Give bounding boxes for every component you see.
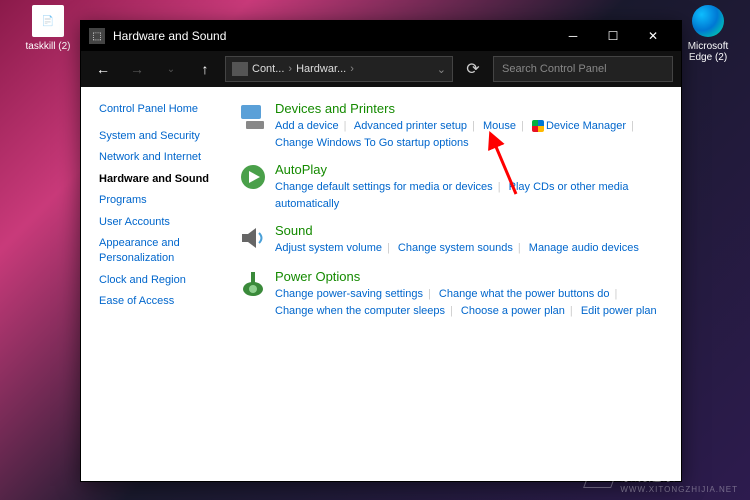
search-placeholder: Search Control Panel: [502, 63, 607, 75]
power-icon: [235, 269, 271, 305]
category-title[interactable]: Power Options: [275, 269, 671, 284]
link-autoplay-defaults[interactable]: Change default settings for media or dev…: [275, 181, 493, 193]
category-title[interactable]: AutoPlay: [275, 162, 671, 177]
forward-button[interactable]: →: [123, 55, 151, 83]
link-system-sounds[interactable]: Change system sounds: [398, 242, 513, 254]
category-sound: Sound Adjust system volume| Change syste…: [235, 223, 671, 259]
devices-printers-icon: [235, 101, 271, 137]
sidebar: Control Panel Home System and Security N…: [81, 87, 231, 481]
category-autoplay: AutoPlay Change default settings for med…: [235, 162, 671, 213]
link-power-saving[interactable]: Change power-saving settings: [275, 288, 423, 300]
category-power-options: Power Options Change power-saving settin…: [235, 269, 671, 320]
link-mouse[interactable]: Mouse: [483, 120, 516, 132]
chevron-down-icon[interactable]: ⌄: [437, 63, 446, 76]
link-device-manager[interactable]: Device Manager: [546, 120, 626, 132]
watermark-text: 系统之家: [620, 466, 738, 485]
desktop-icon-edge[interactable]: Microsoft Edge (2): [678, 5, 738, 63]
link-edit-plan[interactable]: Edit power plan: [581, 305, 657, 317]
window-title: Hardware and Sound: [113, 29, 553, 43]
watermark-logo-icon: [583, 472, 617, 488]
sidebar-item-system-security[interactable]: System and Security: [99, 129, 231, 144]
sidebar-item-clock-region[interactable]: Clock and Region: [99, 273, 231, 288]
file-icon: 📄: [32, 5, 64, 37]
watermark: 系统之家 WWW.XITONGZHIJIA.NET: [586, 466, 738, 494]
watermark-url: WWW.XITONGZHIJIA.NET: [620, 485, 738, 494]
category-title[interactable]: Sound: [275, 223, 671, 238]
main-panel: Devices and Printers Add a device| Advan…: [231, 87, 681, 481]
link-sleep[interactable]: Change when the computer sleeps: [275, 305, 445, 317]
sidebar-item-user-accounts[interactable]: User Accounts: [99, 215, 231, 230]
link-choose-plan[interactable]: Choose a power plan: [461, 305, 565, 317]
desktop-icon-taskkill[interactable]: 📄 taskkill (2): [18, 5, 78, 52]
sidebar-item-hardware-sound[interactable]: Hardware and Sound: [99, 172, 231, 187]
search-input[interactable]: Search Control Panel: [493, 56, 673, 82]
desktop-icon-label: taskkill (2): [18, 41, 78, 52]
sidebar-item-ease-access[interactable]: Ease of Access: [99, 294, 231, 309]
sidebar-item-programs[interactable]: Programs: [99, 193, 231, 208]
chevron-right-icon: ›: [350, 63, 354, 75]
sidebar-item-appearance[interactable]: Appearance and Personalization: [99, 236, 231, 267]
control-panel-window: ⬚ Hardware and Sound ─ ☐ ✕ ← → ⌄ ↑ Cont.…: [80, 20, 682, 482]
up-button[interactable]: ↑: [191, 55, 219, 83]
link-audio-devices[interactable]: Manage audio devices: [529, 242, 639, 254]
breadcrumb-current[interactable]: Hardwar...: [296, 63, 346, 75]
titlebar: ⬚ Hardware and Sound ─ ☐ ✕: [81, 21, 681, 51]
autoplay-icon: [235, 162, 271, 198]
desktop-icon-label: Microsoft Edge (2): [678, 41, 738, 63]
category-title[interactable]: Devices and Printers: [275, 101, 671, 116]
link-add-device[interactable]: Add a device: [275, 120, 339, 132]
navbar: ← → ⌄ ↑ Cont... › Hardwar... › ⌄ ⟳ Searc…: [81, 51, 681, 87]
control-panel-icon: [232, 62, 248, 76]
link-advanced-printer[interactable]: Advanced printer setup: [354, 120, 467, 132]
link-power-buttons[interactable]: Change what the power buttons do: [439, 288, 610, 300]
sound-icon: [235, 223, 271, 259]
app-icon: ⬚: [89, 28, 105, 44]
chevron-right-icon: ›: [288, 63, 292, 75]
category-devices-printers: Devices and Printers Add a device| Advan…: [235, 101, 671, 152]
recent-button[interactable]: ⌄: [157, 55, 185, 83]
maximize-button[interactable]: ☐: [593, 21, 633, 51]
control-panel-home-link[interactable]: Control Panel Home: [99, 103, 231, 115]
refresh-button[interactable]: ⟳: [459, 59, 487, 79]
sidebar-item-network-internet[interactable]: Network and Internet: [99, 150, 231, 165]
breadcrumb[interactable]: Cont... › Hardwar... › ⌄: [225, 56, 453, 82]
shield-icon: [532, 120, 544, 132]
link-windows-togo[interactable]: Change Windows To Go startup options: [275, 137, 469, 149]
minimize-button[interactable]: ─: [553, 21, 593, 51]
back-button[interactable]: ←: [89, 55, 117, 83]
breadcrumb-root[interactable]: Cont...: [252, 63, 284, 75]
edge-icon: [692, 5, 724, 37]
close-button[interactable]: ✕: [633, 21, 673, 51]
link-adjust-volume[interactable]: Adjust system volume: [275, 242, 382, 254]
